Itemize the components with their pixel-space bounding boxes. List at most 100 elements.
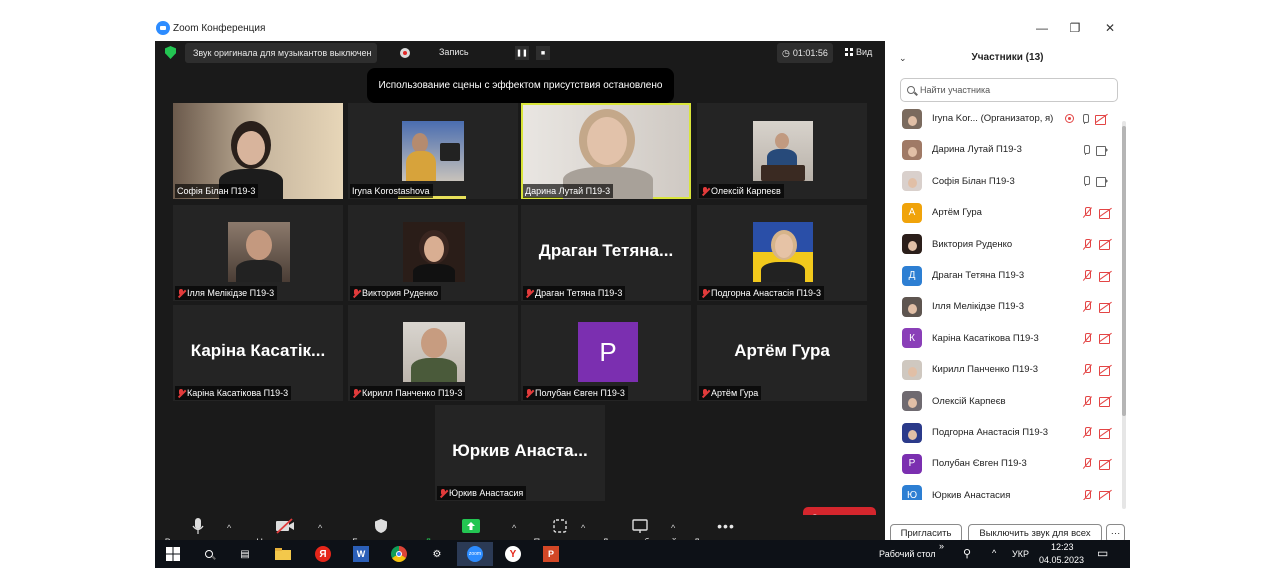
restore-icon[interactable]: ❐	[1060, 19, 1090, 37]
video-tile[interactable]: Iryna Korostashova	[348, 103, 518, 199]
muted-mic-icon[interactable]	[1082, 427, 1092, 438]
participant-row[interactable]: Ю Юркив Анастасия	[885, 480, 1120, 500]
video-off-icon[interactable]	[1099, 271, 1112, 282]
participant-row[interactable]: Д Драган Тетяна П19-3	[885, 260, 1120, 291]
windows-start-icon[interactable]	[163, 544, 183, 564]
participant-row[interactable]: Виктория Руденко	[885, 229, 1120, 260]
participant-row[interactable]: Кирилл Панченко П19-3	[885, 354, 1120, 385]
task-view-icon[interactable]: ▤	[235, 544, 255, 564]
participant-name: Полубан Євген П19-3	[932, 458, 1027, 470]
video-off-icon[interactable]	[1099, 490, 1112, 500]
desktop-label[interactable]: Рабочий стол	[879, 549, 936, 559]
video-off-icon[interactable]	[1099, 365, 1112, 376]
participant-status-icons	[1082, 238, 1112, 251]
video-tile[interactable]: Ілля Мелікідзе П19-3	[173, 205, 343, 301]
share-options-chevron-icon[interactable]: ^	[512, 523, 516, 533]
recording-status-icon[interactable]	[1065, 114, 1074, 123]
original-sound-notice[interactable]: Звук оригинала для музыкантов выключен	[185, 43, 377, 63]
muted-mic-icon[interactable]	[1082, 458, 1092, 469]
participant-video	[753, 121, 813, 181]
participant-row[interactable]: Олексій Карпеєв	[885, 386, 1120, 417]
video-tile[interactable]: P Полубан Євген П19-3	[521, 305, 691, 401]
powerpoint-icon[interactable]: P	[541, 544, 561, 564]
stop-recording-icon[interactable]: ■	[536, 46, 550, 60]
participant-row[interactable]: К Каріна Касатікова П19-3	[885, 323, 1120, 354]
search-placeholder: Найти участника	[920, 85, 991, 95]
participant-search-input[interactable]: Найти участника	[900, 78, 1118, 102]
participant-row[interactable]: А Артём Гура	[885, 197, 1120, 228]
word-icon[interactable]: W	[351, 544, 371, 564]
pause-recording-icon[interactable]: ❚❚	[515, 46, 529, 60]
video-tile-active[interactable]: Дарина Лутай П19-3	[521, 103, 691, 199]
muted-mic-icon[interactable]	[1082, 332, 1092, 344]
muted-mic-icon[interactable]	[1082, 207, 1092, 218]
microphone-icon[interactable]	[1082, 176, 1090, 187]
participant-photo-avatar	[902, 234, 922, 255]
video-tile[interactable]: Софія Білан П19-3	[173, 103, 343, 199]
video-tile[interactable]: Олексій Карпеєв	[697, 103, 867, 199]
video-icon[interactable]	[1096, 145, 1108, 156]
tile-name-label: Виктория Руденко	[350, 286, 441, 300]
participant-photo-avatar	[902, 359, 922, 380]
video-tile[interactable]: Артём Гура Артём Гура	[697, 305, 867, 401]
people-icon[interactable]: ⚲	[963, 547, 971, 560]
apps-options-chevron-icon[interactable]: ^	[581, 523, 585, 533]
video-tile[interactable]: Драган Тетяна... Драган Тетяна П19-3	[521, 205, 691, 301]
participant-row[interactable]: P Полубан Євген П19-3	[885, 448, 1120, 479]
whiteboards-options-chevron-icon[interactable]: ^	[671, 523, 675, 533]
video-tile[interactable]: Юркив Анаста... Юркив Анастасия	[435, 405, 605, 501]
encryption-shield-icon[interactable]	[165, 46, 176, 59]
video-tile[interactable]: Виктория Руденко	[348, 205, 518, 301]
minimize-icon[interactable]: —	[1027, 19, 1057, 37]
muted-mic-icon[interactable]	[1082, 270, 1092, 281]
tile-name: Артём Гура	[711, 388, 759, 398]
participant-row[interactable]: Софія Білан П19-3	[885, 166, 1120, 197]
close-icon[interactable]: ✕	[1095, 19, 1125, 37]
clock-time[interactable]: 12:23	[1051, 542, 1074, 552]
video-tile[interactable]: Подгорна Анастасія П19-3	[697, 205, 867, 301]
participant-name: Дарина Лутай П19-3	[932, 144, 1022, 156]
file-explorer-icon[interactable]	[273, 544, 293, 564]
video-icon[interactable]	[1096, 177, 1108, 188]
view-button[interactable]: Вид	[845, 47, 872, 57]
video-tile[interactable]: Каріна Касатік... Каріна Касатікова П19-…	[173, 305, 343, 401]
scrollbar-thumb[interactable]	[1122, 126, 1126, 416]
zoom-taskbar-icon[interactable]: zoom	[457, 542, 493, 566]
muted-mic-icon[interactable]	[1082, 364, 1092, 375]
notifications-icon[interactable]: ▭	[1097, 546, 1108, 560]
muted-mic-icon[interactable]	[1082, 238, 1092, 250]
video-off-icon[interactable]	[1099, 239, 1112, 251]
participant-row[interactable]: Подгорна Анастасія П19-3	[885, 417, 1120, 448]
meeting-timer: ◷ 01:01:56	[777, 43, 833, 63]
video-tile[interactable]: Кирилл Панченко П19-3	[348, 305, 518, 401]
tray-chevron-icon[interactable]: ^	[992, 548, 996, 558]
chrome-icon[interactable]	[389, 544, 409, 564]
video-off-icon[interactable]	[1099, 333, 1112, 345]
yandex-icon[interactable]: Y	[503, 544, 523, 564]
muted-mic-icon[interactable]	[1082, 489, 1092, 500]
video-off-icon[interactable]	[1099, 396, 1112, 408]
video-off-icon[interactable]	[1099, 208, 1112, 219]
video-off-icon[interactable]	[1099, 428, 1112, 439]
search-taskbar-icon[interactable]	[199, 544, 219, 564]
tile-name-label: Софія Білан П19-3	[175, 184, 259, 198]
video-off-icon[interactable]	[1099, 302, 1112, 313]
clock-date[interactable]: 04.05.2023	[1039, 555, 1084, 565]
microphone-icon[interactable]	[1081, 113, 1089, 124]
participant-row[interactable]: Iryna Kor... (Организатор, я)	[885, 103, 1120, 134]
muted-mic-icon[interactable]	[1082, 395, 1092, 407]
audio-options-chevron-icon[interactable]: ^	[227, 523, 231, 533]
settings-gear-icon[interactable]: ⚙	[427, 544, 447, 564]
participant-row[interactable]: Дарина Лутай П19-3	[885, 134, 1120, 165]
language-indicator[interactable]: УКР	[1012, 549, 1029, 559]
video-options-chevron-icon[interactable]: ^	[318, 523, 322, 533]
yandex-browser-icon[interactable]: Я	[313, 544, 333, 564]
microphone-icon[interactable]	[1082, 144, 1090, 155]
participant-photo-avatar	[902, 108, 922, 129]
participant-status-icons	[1082, 332, 1112, 345]
video-off-icon[interactable]	[1099, 459, 1112, 470]
desktop-chevron-icon[interactable]: »	[939, 541, 944, 551]
participant-row[interactable]: Ілля Мелікідзе П19-3	[885, 291, 1120, 322]
muted-mic-icon[interactable]	[1082, 301, 1092, 312]
video-off-icon[interactable]	[1095, 114, 1108, 125]
